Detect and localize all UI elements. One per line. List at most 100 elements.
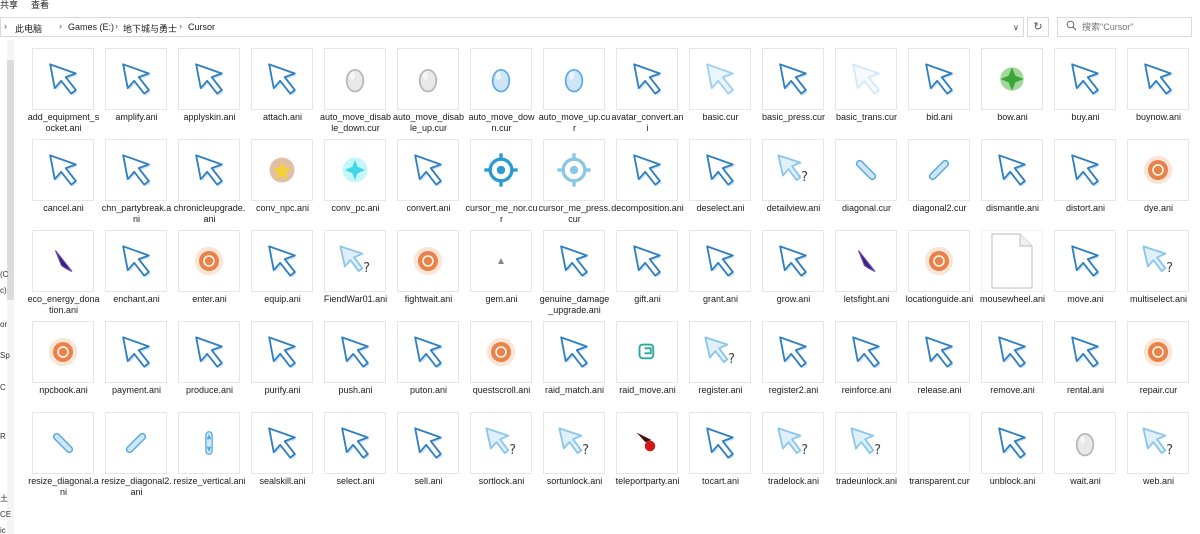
file-name[interactable]: detailview.ani [757,203,830,214]
cursor-help-icon[interactable]: ? [470,412,532,474]
cursor-arrow-icon[interactable] [32,139,94,201]
file-name[interactable]: bid.ani [903,112,976,123]
cursor-vertical-resize-icon[interactable] [178,412,240,474]
file-name[interactable]: teleportparty.ani [611,476,684,487]
file-name[interactable]: wait.ani [1049,476,1122,487]
file-item[interactable]: repair.cur [1122,319,1195,410]
file-item[interactable]: ? tradelock.ani [757,410,830,501]
cursor-arrow-icon[interactable] [616,139,678,201]
refresh-button[interactable]: ↻ [1027,17,1049,37]
file-item[interactable]: wait.ani [1049,410,1122,501]
file-name[interactable]: decomposition.ani [611,203,684,214]
cursor-arrow-icon[interactable] [1054,48,1116,110]
file-name[interactable]: questscroll.ani [465,385,538,396]
cursor-orange-orb-icon[interactable] [1127,139,1189,201]
cursor-arrow-icon[interactable] [105,139,167,201]
file-item[interactable]: purify.ani [246,319,319,410]
file-item[interactable]: payment.ani [100,319,173,410]
file-name[interactable]: chronicleupgrade.ani [173,203,246,225]
file-item[interactable]: select.ani [319,410,392,501]
file-name[interactable]: payment.ani [100,385,173,396]
file-item[interactable]: basic_trans.cur [830,46,903,137]
file-name[interactable]: register.ani [684,385,757,396]
file-item[interactable]: reinforce.ani [830,319,903,410]
file-item[interactable]: chronicleupgrade.ani [173,137,246,228]
cursor-help-icon[interactable]: ? [689,321,751,383]
file-name[interactable]: basic_press.cur [757,112,830,123]
cursor-arrow-icon[interactable] [251,321,313,383]
cursor-arrow-icon[interactable] [1054,230,1116,292]
cursor-empty-icon[interactable] [908,412,970,474]
file-name[interactable]: release.ani [903,385,976,396]
file-name[interactable]: mousewheel.ani [976,294,1049,305]
file-item[interactable]: register2.ani [757,319,830,410]
file-item[interactable]: transparent.cur [903,410,976,501]
file-name[interactable]: chn_partybreak.ani [100,203,173,225]
file-name[interactable]: buynow.ani [1122,112,1195,123]
file-item[interactable]: convert.ani [392,137,465,228]
breadcrumb-this-pc[interactable]: 此电脑 [15,22,42,35]
cursor-arrow-icon[interactable] [689,412,751,474]
file-item[interactable]: conv_pc.ani [319,137,392,228]
file-name[interactable]: auto_move_up.cur [538,112,611,134]
file-item[interactable]: grant.ani [684,228,757,319]
file-item[interactable]: letsfight.ani [830,228,903,319]
chevron-right-icon[interactable]: › [4,21,7,31]
file-name[interactable]: convert.ani [392,203,465,214]
file-name[interactable]: diagonal.cur [830,203,903,214]
cursor-help-icon[interactable]: ? [1127,230,1189,292]
cursor-arrow-icon[interactable] [543,230,605,292]
nav-item-fragment[interactable]: CE [0,510,11,519]
file-name[interactable]: amplify.ani [100,112,173,123]
file-item[interactable]: cursor_me_nor.cur [465,137,538,228]
file-name[interactable]: auto_move_disable_up.cur [392,112,465,134]
file-item[interactable]: fightwait.ani [392,228,465,319]
file-item[interactable]: chn_partybreak.ani [100,137,173,228]
file-item[interactable]: basic.cur [684,46,757,137]
ribbon-tab-view[interactable]: 查看 [31,0,49,10]
cursor-fire-star-icon[interactable] [251,139,313,201]
cursor-orange-orb-icon[interactable] [470,321,532,383]
file-name[interactable]: fightwait.ani [392,294,465,305]
file-item[interactable]: enchant.ani [100,228,173,319]
breadcrumb-drive[interactable]: Games (E:) [68,22,114,32]
file-name[interactable]: produce.ani [173,385,246,396]
cursor-blue-hand-icon[interactable] [543,48,605,110]
file-name[interactable]: cursor_me_nor.cur [465,203,538,225]
file-item[interactable]: questscroll.ani [465,319,538,410]
file-name[interactable]: enter.ani [173,294,246,305]
file-name[interactable]: grow.ani [757,294,830,305]
cursor-arrow-icon[interactable] [908,321,970,383]
cursor-diagonal-resize-icon[interactable] [835,139,897,201]
file-name[interactable]: avatar_convert.ani [611,112,684,134]
cursor-arrow-icon[interactable] [105,321,167,383]
cursor-arrow-icon[interactable] [397,412,459,474]
cursor-arrow-icon[interactable] [178,139,240,201]
file-name[interactable]: auto_move_disable_down.cur [319,112,392,134]
file-name[interactable]: dismantle.ani [976,203,1049,214]
file-item[interactable]: tocart.ani [684,410,757,501]
file-name[interactable]: rental.ani [1049,385,1122,396]
cursor-arrow-faint-icon[interactable] [835,48,897,110]
cursor-arrow-icon[interactable] [981,412,1043,474]
file-item[interactable]: buy.ani [1049,46,1122,137]
file-name[interactable]: sealskill.ani [246,476,319,487]
cursor-arrow-icon[interactable] [835,321,897,383]
nav-item-fragment[interactable]: ic [0,526,6,534]
cursor-grey-hand-icon[interactable] [397,48,459,110]
file-name[interactable]: tradelock.ani [757,476,830,487]
file-name[interactable]: genuine_damage_upgrade.ani [538,294,611,316]
file-item[interactable]: equip.ani [246,228,319,319]
nav-item-fragment[interactable]: or [0,320,7,329]
file-name[interactable]: multiselect.ani [1122,294,1195,305]
file-name[interactable]: remove.ani [976,385,1049,396]
file-item[interactable]: resize_vertical.ani [173,410,246,501]
cursor-grey-hand-icon[interactable] [324,48,386,110]
file-name[interactable]: repair.cur [1122,385,1195,396]
file-name[interactable]: distort.ani [1049,203,1122,214]
cursor-arrow-icon[interactable] [397,321,459,383]
cursor-arrow-icon[interactable] [981,321,1043,383]
file-item[interactable]: dismantle.ani [976,137,1049,228]
file-name[interactable]: diagonal2.cur [903,203,976,214]
file-name[interactable]: letsfight.ani [830,294,903,305]
